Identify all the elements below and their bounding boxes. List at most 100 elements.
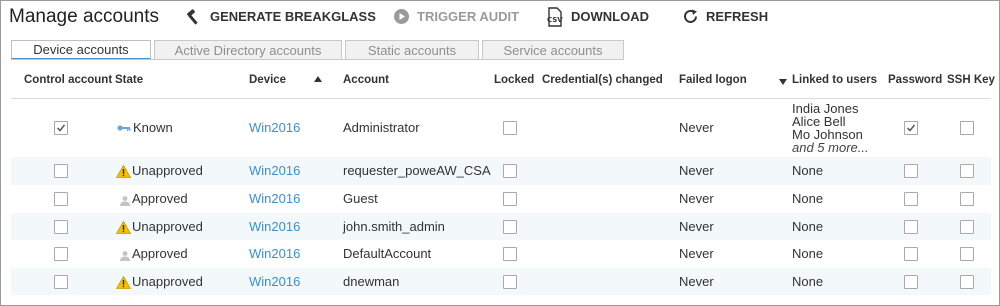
manage-accounts-panel: Manage accounts GENERATE BREAKGLASS TRIG… bbox=[0, 0, 1000, 306]
header-failed-logon[interactable]: Failed logon bbox=[679, 74, 747, 86]
tab-service-accounts[interactable]: Service accounts bbox=[482, 40, 624, 60]
state-label: Unapproved bbox=[132, 163, 203, 178]
ssh-key-checkbox[interactable] bbox=[960, 121, 974, 135]
user-icon bbox=[116, 192, 132, 206]
failed-logon: Never bbox=[679, 120, 714, 135]
table-row[interactable]: Known Win2016 Administrator Never India Jone… bbox=[11, 100, 991, 157]
tab-divider bbox=[11, 59, 624, 60]
table-row[interactable]: Approved Win2016 DefaultAccount Never None bbox=[11, 240, 991, 268]
control-account-checkbox[interactable] bbox=[54, 164, 68, 178]
header-ssh-key[interactable]: SSH Key bbox=[947, 74, 995, 86]
table-row[interactable]: Unapproved Win2016 john.smith_admin Never No… bbox=[11, 213, 991, 240]
control-account-checkbox[interactable] bbox=[54, 275, 68, 289]
state-label: Unapproved bbox=[132, 274, 203, 289]
locked-checkbox[interactable] bbox=[503, 275, 517, 289]
control-account-checkbox[interactable] bbox=[54, 220, 68, 234]
header-control-account[interactable]: Control account bbox=[24, 74, 112, 86]
failed-logon: Never bbox=[679, 274, 714, 289]
device-link[interactable]: Win2016 bbox=[249, 246, 300, 261]
linked-users-cell: None bbox=[792, 192, 823, 205]
generate-breakglass-label: GENERATE BREAKGLASS bbox=[210, 9, 376, 24]
linked-user-name: None bbox=[792, 246, 824, 261]
ssh-key-checkbox[interactable] bbox=[960, 247, 974, 261]
failed-logon: Never bbox=[679, 219, 714, 234]
refresh-label: REFRESH bbox=[706, 9, 769, 24]
linked-users-cell: None bbox=[792, 220, 823, 233]
ssh-key-checkbox[interactable] bbox=[960, 192, 974, 206]
linked-users-cell: None bbox=[792, 247, 823, 260]
device-link[interactable]: Win2016 bbox=[249, 120, 300, 135]
state-cell: Approved bbox=[116, 246, 188, 261]
device-link[interactable]: Win2016 bbox=[249, 274, 300, 289]
state-cell: Approved bbox=[116, 191, 188, 206]
state-cell: Known bbox=[117, 120, 173, 135]
control-account-checkbox[interactable] bbox=[54, 192, 68, 206]
password-checkbox[interactable] bbox=[904, 121, 918, 135]
control-account-checkbox[interactable] bbox=[54, 247, 68, 261]
locked-checkbox[interactable] bbox=[503, 121, 517, 135]
account-name: Guest bbox=[343, 191, 378, 206]
ssh-key-checkbox[interactable] bbox=[960, 220, 974, 234]
sort-ascending-icon[interactable] bbox=[314, 76, 322, 82]
device-link[interactable]: Win2016 bbox=[249, 163, 300, 178]
header-locked[interactable]: Locked bbox=[494, 74, 534, 86]
password-checkbox[interactable] bbox=[904, 275, 918, 289]
password-checkbox[interactable] bbox=[904, 247, 918, 261]
state-label: Unapproved bbox=[132, 219, 203, 234]
table-row[interactable]: Unapproved Win2016 requester_poweAW_CSA Nev… bbox=[11, 157, 991, 185]
failed-logon: Never bbox=[679, 246, 714, 261]
state-cell: Unapproved bbox=[116, 274, 203, 289]
header-device[interactable]: Device bbox=[249, 74, 286, 86]
locked-checkbox[interactable] bbox=[503, 220, 517, 234]
failed-logon: Never bbox=[679, 163, 714, 178]
device-link[interactable]: Win2016 bbox=[249, 219, 300, 234]
account-name: Administrator bbox=[343, 120, 420, 135]
ssh-key-checkbox[interactable] bbox=[960, 164, 974, 178]
trigger-audit-button[interactable]: TRIGGER AUDIT bbox=[393, 1, 519, 32]
generate-breakglass-button[interactable]: GENERATE BREAKGLASS bbox=[185, 1, 376, 32]
table-row[interactable]: Approved Win2016 Guest Never None bbox=[11, 185, 991, 213]
linked-users-cell: India Jones Alice Bell Mo Johnson and 5 mor… bbox=[792, 102, 869, 154]
control-account-checkbox[interactable] bbox=[54, 121, 68, 135]
key-icon bbox=[117, 121, 133, 135]
locked-checkbox[interactable] bbox=[503, 247, 517, 261]
table-row[interactable]: Unapproved Win2016 dnewman Never None bbox=[11, 268, 991, 295]
svg-text:CSV: CSV bbox=[547, 16, 563, 24]
ssh-key-checkbox[interactable] bbox=[960, 275, 974, 289]
refresh-button[interactable]: REFRESH bbox=[682, 1, 768, 32]
password-checkbox[interactable] bbox=[904, 192, 918, 206]
header-linked-to-users[interactable]: Linked to users bbox=[792, 74, 877, 86]
locked-checkbox[interactable] bbox=[503, 192, 517, 206]
state-label: Approved bbox=[132, 246, 188, 261]
download-button[interactable]: CSV DOWNLOAD bbox=[546, 1, 649, 32]
linked-users-cell: None bbox=[792, 275, 823, 288]
warning-icon bbox=[116, 220, 132, 234]
device-link[interactable]: Win2016 bbox=[249, 191, 300, 206]
linked-users-cell: None bbox=[792, 164, 823, 177]
header-divider bbox=[11, 98, 991, 99]
state-cell: Unapproved bbox=[116, 163, 203, 178]
warning-icon bbox=[116, 164, 132, 178]
download-label: DOWNLOAD bbox=[571, 9, 649, 24]
account-name: DefaultAccount bbox=[343, 246, 432, 261]
state-label: Known bbox=[133, 120, 173, 135]
locked-checkbox[interactable] bbox=[503, 164, 517, 178]
linked-user-name: None bbox=[792, 274, 824, 289]
linked-users-more-link[interactable]: and 5 more... bbox=[792, 141, 869, 154]
header-credentials-changed[interactable]: Credential(s) changed bbox=[542, 74, 663, 86]
play-circle-icon bbox=[393, 8, 410, 25]
header-password[interactable]: Password bbox=[888, 74, 942, 86]
sort-descending-icon[interactable] bbox=[779, 79, 787, 85]
header-account[interactable]: Account bbox=[343, 74, 389, 86]
header-state[interactable]: State bbox=[115, 74, 143, 86]
hammer-icon bbox=[185, 8, 203, 26]
account-name: dnewman bbox=[343, 274, 400, 289]
password-checkbox[interactable] bbox=[904, 220, 918, 234]
tab-active-directory-accounts[interactable]: Active Directory accounts bbox=[154, 40, 342, 60]
password-checkbox[interactable] bbox=[904, 164, 918, 178]
linked-user-name: None bbox=[792, 163, 824, 178]
tab-device-accounts[interactable]: Device accounts bbox=[11, 40, 151, 60]
user-icon bbox=[116, 247, 132, 261]
tab-static-accounts[interactable]: Static accounts bbox=[345, 40, 479, 60]
account-name: requester_poweAW_CSA bbox=[343, 163, 491, 178]
